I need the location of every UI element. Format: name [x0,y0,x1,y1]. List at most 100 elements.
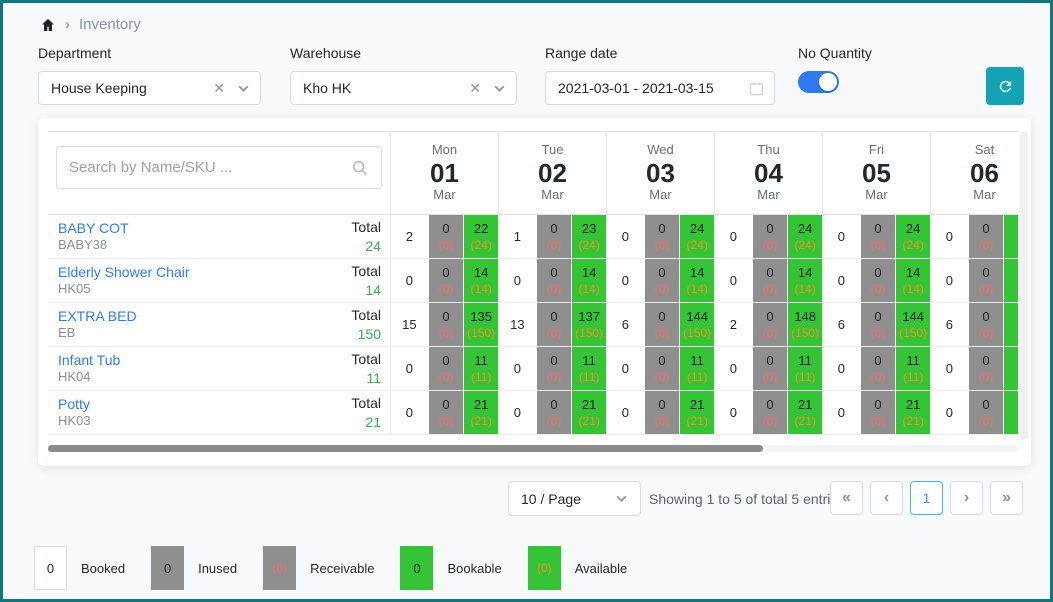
available-value: (24) [902,237,923,253]
booked-cell: 6 [823,303,860,346]
home-icon[interactable] [40,17,56,33]
inused-receivable-cell: 0 (0) [429,347,464,390]
bookable-value: 23 [582,220,596,238]
legend-swatch: 0 [34,546,67,590]
product-cell: Infant Tub HK04 Total 11 [48,347,390,390]
total-label: Total [351,350,381,368]
product-name-link[interactable]: EXTRA BED [58,307,137,325]
day-cell-group: 0 0 (0) [930,259,1018,302]
total-value: 14 [351,281,381,299]
department-chevron-down-icon[interactable] [237,82,250,95]
receivable-value: (0) [655,369,670,385]
department-clear-icon[interactable]: ✕ [213,80,225,97]
booked-cell: 0 [715,347,752,390]
last-page-button[interactable]: » [990,481,1023,515]
inused-value: 0 [982,396,989,414]
day-cell-group: 6 0 (0) 144 (150) [822,303,930,346]
per-page-select[interactable]: 10 / Page [508,481,641,516]
inused-value: 0 [442,264,449,282]
inused-value: 0 [766,220,773,238]
product-name-link[interactable]: Infant Tub [58,351,120,369]
warehouse-chevron-down-icon[interactable] [493,82,506,95]
warehouse-filter: Warehouse Kho HK ✕ [290,45,517,105]
day-cell-group: 0 0 (0) 24 (24) [714,215,822,258]
day-of-week: Wed [647,142,674,158]
bookable-value: 24 [798,220,812,238]
vertical-scrollbar[interactable] [1020,132,1028,440]
page-1-button[interactable]: 1 [910,481,943,515]
receivable-value: (0) [763,281,778,297]
inused-receivable-cell: 0 (0) [429,391,464,434]
day-number: 03 [646,159,675,188]
bookable-value: 21 [906,396,920,414]
next-page-button[interactable]: › [950,481,983,515]
available-value: (14) [578,281,599,297]
receivable-value: (0) [763,325,778,341]
range-date-value: 2021-03-01 - 2021-03-15 [558,80,749,96]
booked-cell: 0 [715,391,752,434]
prev-page-button[interactable]: ‹ [870,481,903,515]
first-page-button[interactable]: « [830,481,863,515]
legend-label: Booked [81,561,125,576]
day-cell-group: 0 0 (0) 21 (21) [498,391,606,434]
pagination-buttons: «‹1›» [830,481,1023,515]
available-value: (14) [794,281,815,297]
warehouse-select[interactable]: Kho HK ✕ [290,71,517,105]
receivable-value: (0) [871,413,886,429]
no-quantity-filter: No Quantity [798,45,872,93]
inused-value: 0 [658,308,665,326]
day-month: Mar [973,187,995,203]
day-of-week: Thu [757,142,779,158]
refresh-button[interactable] [986,67,1024,105]
department-select[interactable]: House Keeping ✕ [38,71,261,105]
receivable-value: (0) [979,369,994,385]
available-value: (14) [470,281,491,297]
booked-cell: 0 [931,391,968,434]
product-name-link[interactable]: BABY COT [58,219,129,237]
day-cell-group: 0 0 (0) 11 (11) [714,347,822,390]
day-cell-group: 15 0 (0) 135 (150) [390,303,498,346]
day-number: 02 [538,159,567,188]
available-value: (21) [578,413,599,429]
bookable-available-cell: 148 (150) [788,303,822,346]
day-cell-group: 0 0 (0) 14 (14) [390,259,498,302]
inused-receivable-cell: 0 (0) [429,215,464,258]
no-quantity-toggle[interactable] [798,71,839,93]
total-label: Total [351,306,381,324]
receivable-value: (0) [547,413,562,429]
calendar-icon[interactable] [749,81,764,96]
inused-value: 0 [874,352,881,370]
warehouse-clear-icon[interactable]: ✕ [469,80,481,97]
day-cell-group: 0 0 (0) 24 (24) [822,215,930,258]
booked-cell: 2 [715,303,752,346]
available-value: (24) [794,237,815,253]
booked-cell: 2 [391,215,428,258]
booked-cell: 0 [715,215,752,258]
bookable-available-cell: 21 (21) [896,391,930,434]
inventory-table: Mon 01 Mar Tue 02 Mar Wed 03 Mar Thu 04 … [48,131,1018,435]
day-number: 04 [754,159,783,188]
bookable-available-cell [1004,215,1018,258]
product-name-link[interactable]: Elderly Shower Chair [58,263,190,281]
search-box[interactable] [56,146,382,189]
range-date-input[interactable]: 2021-03-01 - 2021-03-15 [545,71,775,105]
bookable-value: 148 [794,308,816,326]
bookable-value: 21 [474,396,488,414]
day-cell-group: 0 0 (0) 11 (11) [822,347,930,390]
available-value: (21) [686,413,707,429]
receivable-value: (0) [547,237,562,253]
receivable-value: (0) [871,281,886,297]
inventory-page: › Inventory Department House Keeping ✕ W… [0,0,1053,602]
legend-label: Inused [198,561,237,576]
product-sku: BABY38 [58,237,129,254]
booked-cell: 0 [823,347,860,390]
inused-value: 0 [550,396,557,414]
inused-value: 0 [658,220,665,238]
inused-receivable-cell: 0 (0) [969,303,1004,346]
search-input[interactable] [69,159,351,176]
booked-cell: 0 [391,391,428,434]
product-name-link[interactable]: Potty [58,395,91,413]
receivable-value: (0) [763,369,778,385]
booked-cell: 6 [607,303,644,346]
horizontal-scrollbar-thumb[interactable] [48,445,763,452]
